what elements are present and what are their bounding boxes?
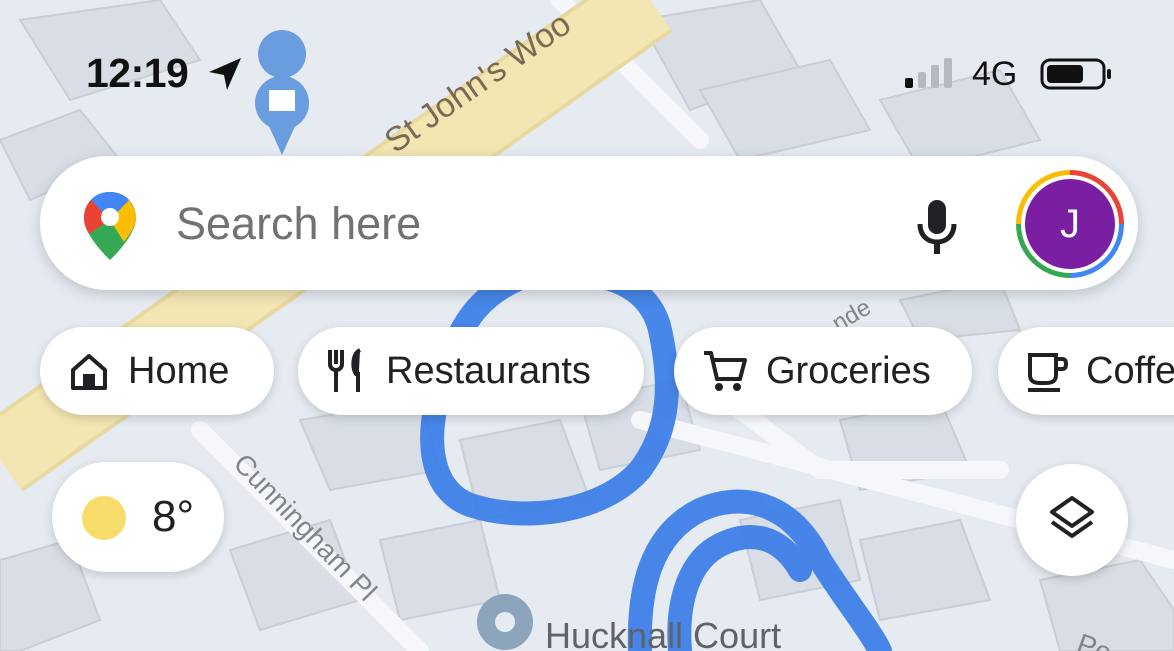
search-bar[interactable]: J (40, 156, 1138, 290)
google-maps-logo-icon (84, 192, 136, 260)
status-bar: 12:19 4G (0, 0, 1174, 140)
account-avatar-button[interactable]: J (1016, 170, 1124, 278)
chip-coffee-label: Coffe (1086, 349, 1174, 392)
avatar: J (1025, 179, 1115, 269)
chip-groceries[interactable]: Groceries (674, 327, 972, 415)
home-icon (71, 354, 107, 390)
signal-strength-icon (905, 58, 952, 88)
fork-knife-icon (328, 348, 362, 392)
chip-coffee[interactable]: Coffe (998, 327, 1174, 415)
temperature: 8° (152, 492, 195, 541)
place-pin-icon[interactable] (477, 594, 533, 650)
sun-icon (82, 496, 126, 540)
chip-groceries-label: Groceries (766, 349, 931, 392)
microphone-icon[interactable] (914, 198, 960, 258)
chip-home-label: Home (128, 349, 230, 392)
coffee-icon (1028, 353, 1068, 392)
network-type: 4G (972, 55, 1018, 93)
chip-restaurants[interactable]: Restaurants (298, 327, 644, 415)
layers-icon (1050, 496, 1094, 538)
chip-restaurants-label: Restaurants (386, 349, 591, 392)
cart-icon (704, 351, 747, 391)
battery-icon (1040, 58, 1111, 90)
search-input[interactable] (176, 194, 876, 254)
weather-widget[interactable]: 8° (52, 462, 224, 572)
place-label[interactable]: Hucknall Court (545, 615, 781, 651)
chip-home[interactable]: Home (40, 327, 274, 415)
status-time: 12:19 (86, 50, 189, 96)
layers-button[interactable] (1016, 464, 1128, 576)
location-arrow-icon (209, 58, 241, 90)
